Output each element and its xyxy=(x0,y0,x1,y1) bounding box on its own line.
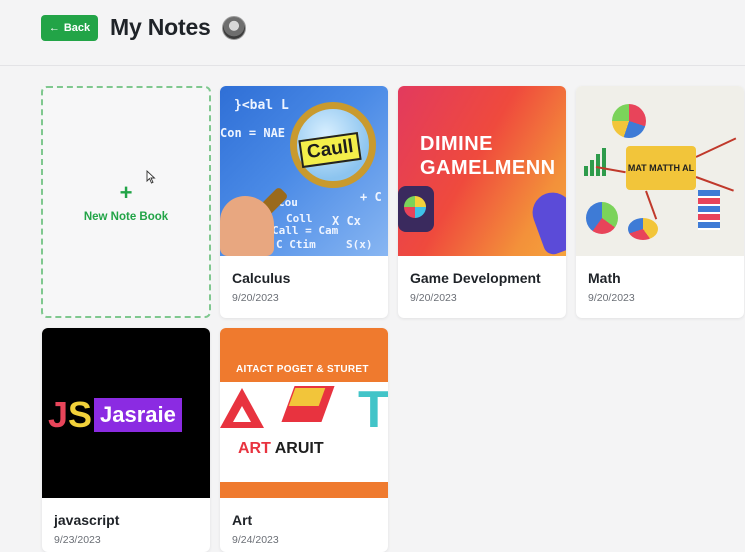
pie-chart-icon xyxy=(612,104,646,138)
page-title: My Notes xyxy=(110,14,211,40)
thumb-title: ART ARUIT xyxy=(238,440,324,458)
thumb-text: AITACT POGET & STURET xyxy=(236,364,369,375)
notebook-card-calculus[interactable]: }<bal L Con = NAE Cou Coll X Cx + C Call… xyxy=(220,86,388,318)
thumb-text: }<bal L xyxy=(234,98,289,113)
notebook-date: 9/24/2023 xyxy=(232,534,279,546)
notebook-thumbnail: }<bal L Con = NAE Cou Coll X Cx + C Call… xyxy=(220,86,388,256)
gamepad-icon xyxy=(398,186,434,232)
notebook-thumbnail: DIMINE GAMELMENN xyxy=(398,86,566,256)
thumb-text: S(x) xyxy=(346,238,373,251)
notebook-title: javascript xyxy=(54,512,120,528)
thumb-text: Call = Cam xyxy=(272,224,339,237)
notebook-thumbnail: AITACT POGET & STURET T ART ARUIT xyxy=(220,328,388,498)
connector-line xyxy=(695,137,737,158)
notebook-card-javascript[interactable]: JS Jasraie javascript 9/23/2023 xyxy=(42,328,210,552)
bar-chart-icon xyxy=(584,146,614,176)
page-header: ← Back My Notes xyxy=(0,0,745,66)
thumb-text: Con = NAE xyxy=(220,126,286,140)
notebook-title: Game Development xyxy=(410,270,541,286)
pie-chart-icon xyxy=(628,218,658,240)
notebook-thumbnail: JS Jasraie xyxy=(42,328,210,498)
hand-illustration xyxy=(220,196,274,256)
thumb-text: C Ctim xyxy=(276,238,316,251)
notebook-card-game-development[interactable]: DIMINE GAMELMENN Game Development 9/20/2… xyxy=(398,86,566,318)
character-illustration xyxy=(526,186,566,256)
new-notebook-label: New Note Book xyxy=(83,210,169,223)
thumb-text: J xyxy=(48,394,69,435)
notebook-date: 9/20/2023 xyxy=(232,292,279,304)
notebook-date: 9/20/2023 xyxy=(410,292,457,304)
notebook-date: 9/20/2023 xyxy=(588,292,635,304)
mouse-cursor-icon xyxy=(146,170,156,184)
notebook-title: Math xyxy=(588,270,621,286)
connector-line xyxy=(645,190,658,220)
notebook-card-math[interactable]: MAT MATTH AL Math 9/20/2023 xyxy=(576,86,744,318)
thumb-text: ARUIT xyxy=(274,440,324,457)
js-logo: JS xyxy=(48,394,92,436)
thumb-text: + C xyxy=(360,190,382,204)
thumb-text: GAMELMENN xyxy=(420,157,556,179)
notebook-card-art[interactable]: AITACT POGET & STURET T ART ARUIT Art 9/… xyxy=(220,328,388,552)
thumb-text: T xyxy=(358,381,388,439)
thumb-text: DIMINE xyxy=(420,133,493,155)
thumb-title: DIMINE GAMELMENN xyxy=(420,132,556,180)
back-button[interactable]: ← Back xyxy=(41,15,98,41)
notebook-date: 9/23/2023 xyxy=(54,534,101,546)
thumb-text: ART xyxy=(238,440,271,457)
back-button-label: Back xyxy=(63,22,91,34)
thumb-text: S xyxy=(68,394,93,435)
grid-chart-icon xyxy=(698,190,720,230)
notebook-title: Calculus xyxy=(232,270,291,286)
user-avatar[interactable] xyxy=(222,16,246,40)
triangle-shape xyxy=(220,388,264,428)
thumb-text: Jasraie xyxy=(94,398,182,432)
thumb-text: MAT MATTH AL xyxy=(626,146,696,190)
new-notebook-card[interactable]: + New Note Book xyxy=(41,86,211,318)
pie-chart-icon xyxy=(586,202,618,234)
notebook-thumbnail: MAT MATTH AL xyxy=(576,86,744,256)
plus-icon: + xyxy=(119,179,133,205)
arrow-left-icon: ← xyxy=(48,21,60,34)
notebook-title: Art xyxy=(232,512,253,528)
